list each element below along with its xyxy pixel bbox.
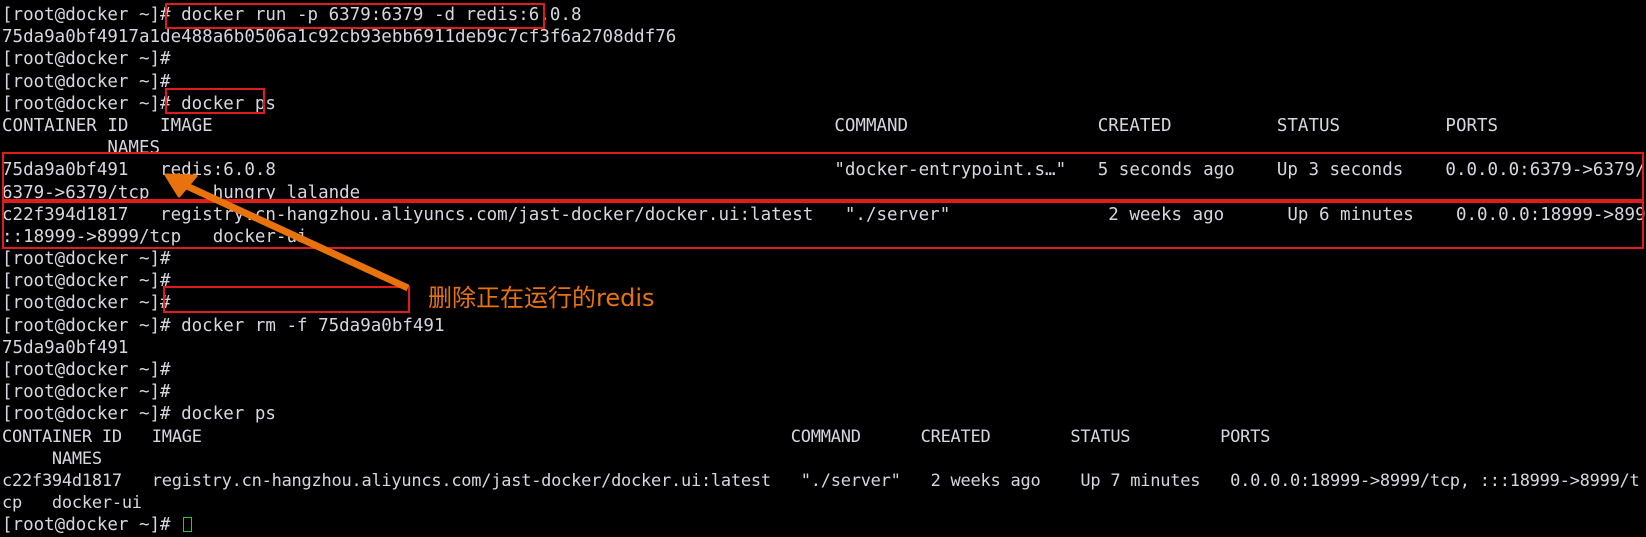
terminal-line-container-hash: 75da9a0bf4917a1de488a6b0506a1c92cb93ebb6… bbox=[2, 27, 677, 48]
terminal-line-prompt-active: [root@docker ~]# bbox=[2, 514, 1646, 536]
ps-table-header-second: CONTAINER ID IMAGE COMMAND CREATED STATU… bbox=[2, 426, 1271, 447]
terminal-line-command-ps: [root@docker ~]# docker ps bbox=[2, 93, 276, 114]
terminal-line-prompt: [root@docker ~]# bbox=[2, 360, 171, 380]
terminal-line-command-run: [root@docker ~]# docker run -p 6379:6379… bbox=[2, 5, 582, 25]
terminal-line-prompt: [root@docker ~]# bbox=[2, 382, 171, 403]
terminal-line-command-rm: [root@docker ~]# docker rm -f 75da9a0bf4… bbox=[2, 315, 445, 336]
terminal-line-prompt: [root@docker ~]# bbox=[2, 49, 171, 70]
ps-table-header-names: NAMES bbox=[2, 138, 161, 159]
terminal-line-prompt: [root@docker ~]# bbox=[2, 293, 171, 314]
ps-table-row-dockerui: c22f394d1817 registry.cn-hangzhou.aliyun… bbox=[2, 204, 1646, 225]
terminal-line-prompt: [root@docker ~]# bbox=[2, 271, 171, 292]
terminal-line-command-ps-second: [root@docker ~]# docker ps bbox=[2, 404, 276, 425]
terminal-line-rm-output: 75da9a0bf491 bbox=[2, 337, 129, 358]
ps-table-header: CONTAINER ID IMAGE COMMAND CREATED STATU… bbox=[2, 115, 1499, 136]
ps-table-row-dockerui-second: c22f394d1817 registry.cn-hangzhou.aliyun… bbox=[2, 470, 1640, 491]
ps-table-row-redis: 75da9a0bf491 redis:6.0.8 "docker-entrypo… bbox=[2, 160, 1646, 181]
terminal-window[interactable]: [root@docker ~]# docker run -p 6379:6379… bbox=[0, 0, 1646, 535]
ps-table-row-dockerui-second-wrap: cp docker-ui bbox=[2, 493, 142, 514]
annotation-note-text: 删除正在运行的redis bbox=[428, 284, 655, 312]
terminal-cursor bbox=[183, 517, 193, 533]
ps-table-row-redis-wrap: 6379->6379/tcp hungry_lalande bbox=[2, 182, 361, 203]
ps-table-header-names-second: NAMES bbox=[2, 448, 102, 469]
terminal-line-prompt: [root@docker ~]# bbox=[2, 71, 171, 92]
ps-table-row-dockerui-wrap: ::18999->8999/tcp docker-ui bbox=[2, 226, 308, 247]
prompt-text: [root@docker ~]# bbox=[2, 515, 182, 536]
terminal-line-prompt: [root@docker ~]# bbox=[2, 249, 171, 270]
